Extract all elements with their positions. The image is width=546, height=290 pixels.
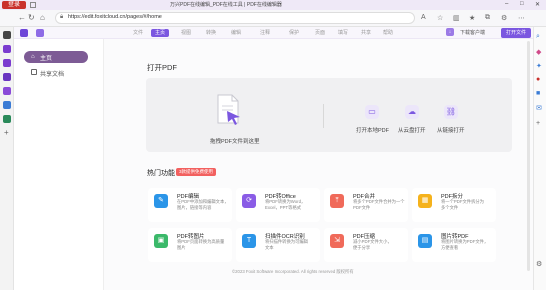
sidebar-toggle-icon[interactable] (36, 29, 44, 37)
favorites-icon[interactable]: ★ (469, 14, 475, 22)
extensions-icon[interactable]: ⚙ (501, 14, 507, 22)
lock-icon: 🔒︎ (60, 14, 64, 20)
profile-button[interactable]: 登录 (2, 1, 26, 9)
open-pdf-title: 打开PDF (147, 63, 177, 72)
menu-file[interactable]: 文件 (133, 29, 143, 37)
feature-desc: 便于分享 (353, 245, 371, 250)
tab-icon[interactable] (3, 87, 11, 95)
office-icon[interactable]: ■ (536, 90, 540, 97)
close-icon[interactable]: ✕ (535, 1, 540, 8)
menu-view[interactable]: 视图 (181, 29, 191, 37)
games-icon[interactable]: ● (536, 76, 540, 83)
tab-icon[interactable] (3, 45, 11, 53)
menu-help[interactable]: 帮助 (383, 29, 393, 37)
feature-desc: 方便查看 (441, 245, 459, 250)
sidebar-item-shared[interactable]: 共享文档 (40, 69, 64, 78)
merge-icon: ⤒ (330, 194, 344, 208)
cloud-icon[interactable]: ☁ (405, 105, 419, 119)
open-file-button[interactable]: 打开文件 (501, 28, 531, 38)
back-icon[interactable]: ← (18, 13, 26, 22)
drop-zone-label[interactable]: 拖拽PDF文件到这里 (210, 137, 260, 145)
open-from-link-link[interactable]: 从链接打开 (437, 126, 465, 134)
split-screen-icon[interactable]: ▥ (453, 14, 460, 22)
collections-icon[interactable]: ⧉ (485, 14, 490, 22)
app-logo-icon[interactable] (20, 29, 28, 37)
scrollbar[interactable] (527, 41, 530, 271)
menu-home[interactable]: 主页 (151, 29, 170, 37)
monitor-icon[interactable]: ▭ (365, 105, 379, 119)
home-icon: ⌂ (31, 54, 35, 60)
address-url[interactable]: https://edit.foxitcloud.cn/pages/#/home (68, 14, 162, 20)
feature-desc: 文本 (265, 245, 274, 250)
open-from-cloud-link[interactable]: 从云盘打开 (398, 126, 426, 134)
refresh-icon[interactable]: ↻ (28, 13, 35, 22)
open-local-pdf-link[interactable]: 打开本地PDF (356, 126, 389, 134)
shopping-icon[interactable]: ◆ (536, 48, 541, 56)
minimize-icon[interactable]: – (505, 1, 508, 7)
feature-desc: PDF文件 (353, 205, 371, 210)
read-aloud-icon[interactable]: A (421, 14, 426, 21)
outlook-icon[interactable]: ✉ (536, 104, 542, 112)
sidebar-item-label[interactable]: 主页 (40, 53, 52, 62)
compress-icon: ⇲ (330, 234, 344, 248)
image-icon: ▣ (154, 234, 168, 248)
search-icon[interactable]: ⌕ (536, 33, 540, 41)
feature-desc: Excel，PPT等格式 (265, 205, 302, 210)
maximize-icon[interactable]: □ (520, 1, 524, 7)
tab-icon[interactable] (3, 31, 11, 39)
menu-convert[interactable]: 转换 (206, 29, 216, 37)
settings-icon[interactable]: ⚙ (536, 260, 542, 268)
tab-icon[interactable] (3, 115, 11, 123)
menu-fill[interactable]: 填写 (338, 29, 348, 37)
link-icon[interactable]: ⛓ (444, 105, 458, 119)
img2pdf-icon: ▤ (418, 234, 432, 248)
ocr-icon: T (242, 234, 256, 248)
edit-doc-icon: ✎ (154, 194, 168, 208)
free-badge: 3款提供免费使用 (176, 168, 217, 176)
shared-doc-icon (31, 69, 37, 75)
split-icon: ▦ (418, 194, 432, 208)
feature-desc: 多个文件 (441, 205, 459, 210)
menu-edit[interactable]: 编辑 (231, 29, 241, 37)
tools-icon[interactable]: ✦ (536, 62, 542, 70)
convert-icon: ⟳ (242, 194, 256, 208)
menu-share[interactable]: 共享 (361, 29, 371, 37)
tab-actions-icon[interactable] (30, 2, 36, 8)
menu-protect[interactable]: 保护 (289, 29, 299, 37)
menu-pages[interactable]: 页面 (315, 29, 325, 37)
add-icon[interactable]: + (536, 120, 540, 127)
feature-desc: 图片，链接等内容 (177, 205, 212, 210)
divider (323, 104, 324, 128)
feature-desc: 图片 (177, 245, 186, 250)
more-icon[interactable]: ⋯ (518, 14, 525, 22)
pdf-drop-icon[interactable] (213, 93, 243, 127)
window-title: 万兴PDF在线编辑_PDF在线工具 | PDF在线编辑器 (170, 2, 282, 8)
copyright-footer: ©2023 Foxit Software Incorporated. All r… (232, 269, 354, 274)
favorite-icon[interactable]: ☆ (437, 14, 443, 22)
new-tab-icon[interactable]: + (4, 128, 9, 137)
tab-icon[interactable] (3, 59, 11, 67)
app-menu-bar (14, 27, 533, 39)
menu-annotate[interactable]: 注释 (260, 29, 270, 37)
download-client-link[interactable]: 下载客户端 (460, 29, 485, 36)
download-icon[interactable]: ↓ (446, 28, 454, 36)
home-icon[interactable]: ⌂ (40, 13, 45, 22)
tab-icon[interactable] (3, 73, 11, 81)
tab-icon[interactable] (3, 101, 11, 109)
hot-features-title: 热门功能 (147, 170, 175, 177)
